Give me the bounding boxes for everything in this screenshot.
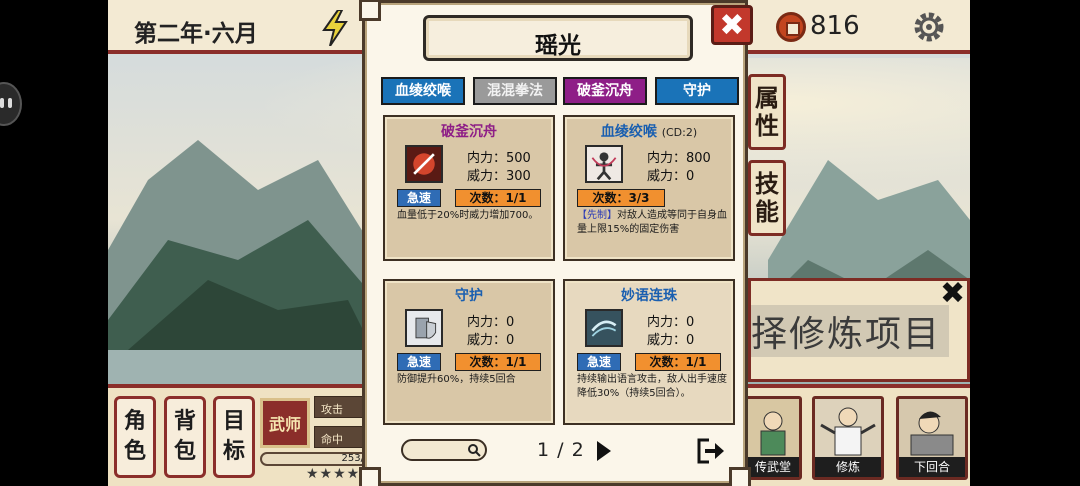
training-panel: 择修炼项目	[748, 278, 970, 382]
fast-badge: 急速	[577, 353, 621, 371]
skill-name: 血绫绞喉 (CD:2)	[565, 121, 733, 141]
internal-power: 内力：0	[467, 315, 515, 330]
goal-button[interactable]: 目标	[213, 396, 255, 478]
skill-description: 持续输出语言攻击，敌人出手速度降低30%（持续5回合）。	[577, 374, 727, 399]
tab-skill-2[interactable]: 混混拳法	[473, 77, 557, 105]
tab-attributes[interactable]: 属性	[748, 74, 786, 150]
internal-power: 内力：800	[647, 151, 711, 166]
uses-badge: 次数：1/1	[455, 353, 541, 371]
gear-icon[interactable]	[912, 10, 946, 44]
training-title: 择修炼项目	[751, 305, 950, 357]
date-label: 第二年·六月	[134, 21, 258, 47]
lightning-icon	[322, 10, 348, 46]
train-picture	[815, 399, 881, 457]
xp-bar: 253/	[260, 452, 370, 466]
skill-description: 血量低于20%时威力增加700。	[397, 210, 539, 221]
floating-assist-handle[interactable]	[0, 82, 22, 126]
xp-text: 253/	[341, 453, 364, 464]
left-letterbox	[0, 0, 108, 486]
next-turn-picture	[899, 399, 965, 457]
internal-power: 内力：500	[467, 151, 531, 166]
coin-icon	[776, 12, 806, 42]
train-button[interactable]: 修炼	[812, 396, 884, 480]
martial-hall-button[interactable]: 传武堂	[744, 396, 802, 480]
tab-skill-3[interactable]: 破釜沉舟	[563, 77, 647, 105]
attack-power: 威力：0	[467, 333, 515, 348]
skill-name-text: 血绫绞喉	[600, 124, 657, 140]
close-button[interactable]: ✖	[711, 5, 753, 45]
next-page-icon[interactable]	[595, 439, 613, 463]
tab-skill-4[interactable]: 守护	[655, 77, 739, 105]
rating-stars: ★★★★	[306, 466, 361, 482]
attack-power: 威力：0	[647, 169, 695, 184]
tab-skill-1[interactable]: 血绫绞喉	[381, 77, 465, 105]
frame-corner	[729, 467, 751, 486]
skill-name-text: 守护	[455, 288, 483, 304]
skill-name-text: 破釜沉舟	[441, 124, 497, 140]
exit-icon[interactable]	[695, 437, 725, 465]
coin-count: 816	[810, 11, 860, 41]
skill-card[interactable]: 血绫绞喉 (CD:2) 内力：800 威力：0 次数：3/3 【先制】对敌人造成…	[563, 115, 735, 261]
skill-card[interactable]: 破釜沉舟 内力：500 威力：300 急速 次数：1/1 血量低于20%时威力增…	[383, 115, 555, 261]
role-button[interactable]: 角色	[114, 396, 156, 478]
train-label: 修炼	[815, 457, 881, 477]
search-input[interactable]	[401, 439, 487, 461]
skill-name-text: 妙语连珠	[621, 288, 677, 304]
fast-badge: 急速	[397, 353, 441, 371]
training-close-icon[interactable]: ✖	[940, 276, 965, 311]
attack-power: 威力：300	[467, 169, 531, 184]
hit-stat: 命中	[314, 426, 368, 448]
fast-badge: 急速	[397, 189, 441, 207]
dialog-title: 瑶光	[535, 33, 581, 59]
skill-dialog: 瑶光 ✖ 血绫绞喉 混混拳法 破釜沉舟 守护 破釜沉舟 内力：500 威力：30…	[359, 0, 753, 486]
close-icon: ✖	[719, 7, 745, 43]
speech-wave-icon	[585, 309, 623, 347]
class-badge[interactable]: 武师	[260, 398, 310, 448]
sword-slash-icon	[405, 145, 443, 183]
strangle-figure-icon	[585, 145, 623, 183]
dialog-title-box: 瑶光	[423, 15, 693, 61]
next-turn-button[interactable]: 下回合	[896, 396, 968, 480]
skill-card[interactable]: 守护 内力：0 威力：0 急速 次数：1/1 防御提升60%，持续5回合	[383, 279, 555, 425]
armor-shield-icon	[405, 309, 443, 347]
bag-button[interactable]: 背包	[164, 396, 206, 478]
page-indicator: 1 / 2	[537, 439, 585, 461]
right-letterbox	[970, 0, 1080, 486]
martial-hall-label: 传武堂	[747, 457, 799, 477]
attack-stat: 攻击	[314, 396, 368, 418]
cooldown: (CD:2)	[661, 126, 698, 139]
skill-description: 【先制】对敌人造成等同于自身血量上限15%的固定伤害	[577, 209, 729, 237]
skill-description: 防御提升60%，持续5回合	[397, 374, 516, 385]
frame-corner	[359, 467, 381, 486]
frame-corner	[359, 0, 381, 21]
attack-power: 威力：0	[647, 333, 695, 348]
skill-card[interactable]: 妙语连珠 内力：0 威力：0 急速 次数：1/1 持续输出语言攻击，敌人出手速度…	[563, 279, 735, 425]
next-turn-label: 下回合	[899, 457, 965, 477]
tab-skills[interactable]: 技能	[748, 160, 786, 236]
uses-badge: 次数：1/1	[455, 189, 541, 207]
skill-name: 妙语连珠	[565, 285, 733, 305]
skill-name: 守护	[385, 285, 553, 305]
martial-hall-picture	[747, 399, 799, 457]
uses-badge: 次数：3/3	[577, 189, 665, 207]
uses-badge: 次数：1/1	[635, 353, 721, 371]
internal-power: 内力：0	[647, 315, 695, 330]
skill-name: 破釜沉舟	[385, 121, 553, 141]
search-icon	[468, 444, 481, 457]
preemptive-tag: 【先制】	[577, 210, 617, 221]
